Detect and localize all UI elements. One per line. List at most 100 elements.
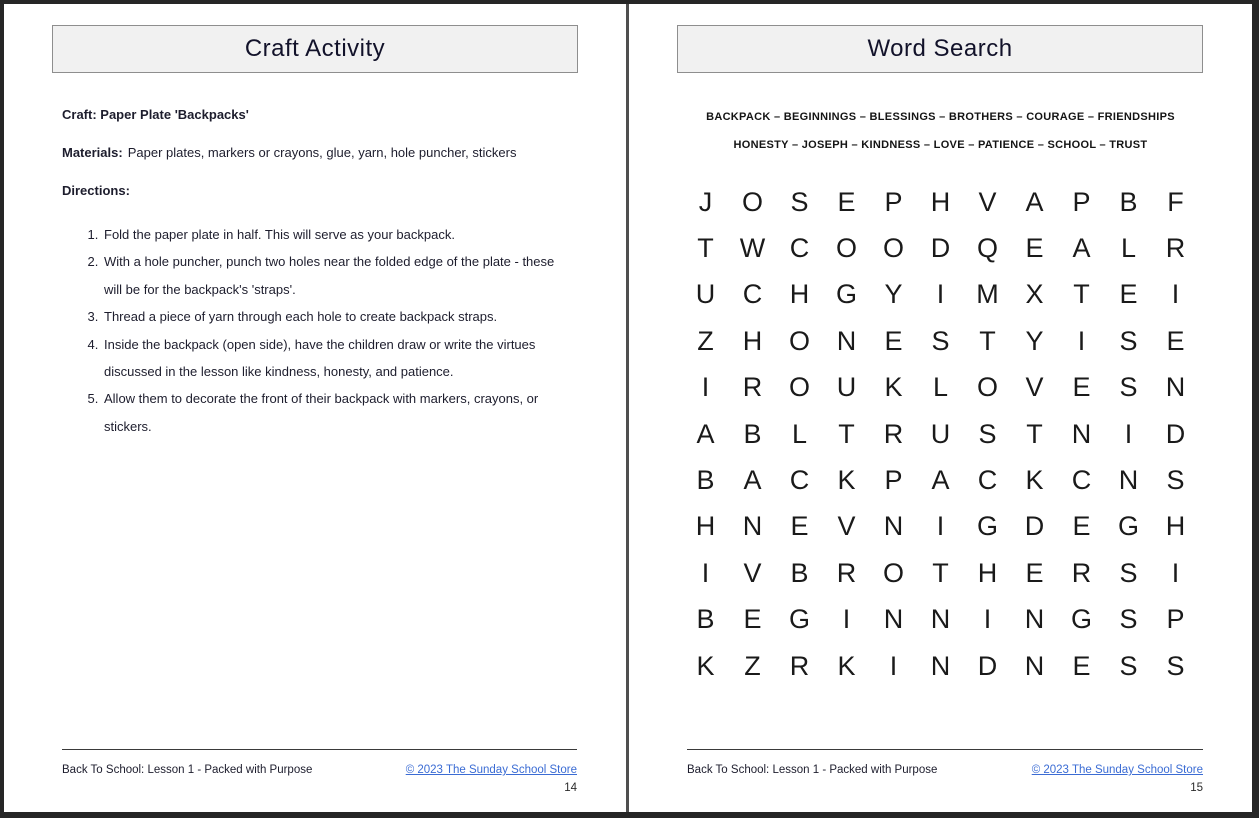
grid-letter: C	[776, 225, 823, 271]
word-list: BACKPACK – BEGINNINGS – BLESSINGS – BROT…	[629, 103, 1252, 159]
grid-letter: S	[917, 318, 964, 364]
grid-letter: Z	[729, 643, 776, 689]
grid-letter: W	[729, 225, 776, 271]
grid-letter: I	[682, 550, 729, 596]
grid-letter: I	[870, 643, 917, 689]
grid-letter: N	[917, 597, 964, 643]
grid-letter: Q	[964, 225, 1011, 271]
grid-letter: H	[776, 272, 823, 318]
footer-lesson-title: Back To School: Lesson 1 - Packed with P…	[62, 764, 312, 776]
grid-letter: U	[823, 365, 870, 411]
materials-line: Materials:Paper plates, markers or crayo…	[62, 145, 577, 161]
grid-letter: S	[776, 179, 823, 225]
grid-letter: E	[1011, 225, 1058, 271]
grid-letter: I	[917, 272, 964, 318]
grid-letter: B	[682, 457, 729, 503]
grid-letter: R	[823, 550, 870, 596]
grid-letter: G	[964, 504, 1011, 550]
grid-letter: E	[1058, 643, 1105, 689]
grid-letter: T	[682, 225, 729, 271]
grid-letter: E	[729, 597, 776, 643]
grid-letter: N	[870, 504, 917, 550]
page-craft-activity: Craft Activity Craft: Paper Plate 'Backp…	[4, 4, 629, 812]
grid-letter: F	[1152, 179, 1199, 225]
grid-letter: G	[776, 597, 823, 643]
materials-value: Paper plates, markers or crayons, glue, …	[128, 145, 517, 160]
grid-letter: E	[1011, 550, 1058, 596]
copyright-link[interactable]: © 2023 The Sunday School Store	[1032, 764, 1203, 776]
direction-step: Allow them to decorate the front of thei…	[102, 385, 577, 440]
direction-step: Thread a piece of yarn through each hole…	[102, 303, 577, 330]
grid-letter: H	[964, 550, 1011, 596]
grid-letter: C	[1058, 457, 1105, 503]
grid-letter: K	[682, 643, 729, 689]
craft-page-title: Craft Activity	[245, 35, 385, 63]
craft-line: Craft: Paper Plate 'Backpacks'	[62, 107, 577, 123]
grid-letter: S	[1152, 643, 1199, 689]
grid-letter: N	[917, 643, 964, 689]
grid-letter: E	[776, 504, 823, 550]
grid-letter: H	[1152, 504, 1199, 550]
grid-letter: U	[682, 272, 729, 318]
grid-letter: S	[1105, 365, 1152, 411]
grid-letter: V	[729, 550, 776, 596]
grid-letter: H	[682, 504, 729, 550]
grid-letter: D	[1152, 411, 1199, 457]
page-number: 14	[62, 782, 577, 794]
grid-letter: T	[1058, 272, 1105, 318]
grid-letter: I	[964, 597, 1011, 643]
grid-letter: O	[776, 365, 823, 411]
grid-letter: O	[870, 550, 917, 596]
grid-letter: A	[1058, 225, 1105, 271]
grid-letter: H	[917, 179, 964, 225]
page-word-search: Word Search BACKPACK – BEGINNINGS – BLES…	[629, 4, 1252, 812]
grid-letter: B	[1105, 179, 1152, 225]
word-search-grid: JOSEPHVAPBFTWCOODQEALRUCHGYIMXTEIZHONEST…	[682, 179, 1199, 689]
grid-letter: G	[1105, 504, 1152, 550]
word-search-title-box: Word Search	[677, 25, 1203, 73]
grid-letter: N	[1011, 643, 1058, 689]
grid-letter: L	[776, 411, 823, 457]
grid-letter: A	[682, 411, 729, 457]
grid-letter: N	[1152, 365, 1199, 411]
grid-letter: B	[682, 597, 729, 643]
grid-letter: N	[823, 318, 870, 364]
footer-lesson-title: Back To School: Lesson 1 - Packed with P…	[687, 764, 937, 776]
grid-letter: P	[1152, 597, 1199, 643]
grid-letter: I	[1105, 411, 1152, 457]
grid-letter: R	[729, 365, 776, 411]
grid-letter: I	[1152, 272, 1199, 318]
grid-letter: O	[729, 179, 776, 225]
grid-letter: O	[964, 365, 1011, 411]
directions-label: Directions:	[62, 183, 577, 199]
grid-letter: T	[1011, 411, 1058, 457]
grid-letter: E	[823, 179, 870, 225]
grid-letter: D	[1011, 504, 1058, 550]
grid-letter: T	[823, 411, 870, 457]
direction-step: With a hole puncher, punch two holes nea…	[102, 248, 577, 303]
grid-letter: S	[1105, 550, 1152, 596]
craft-title-box: Craft Activity	[52, 25, 578, 73]
footer-divider	[687, 749, 1203, 750]
grid-letter: I	[1058, 318, 1105, 364]
grid-letter: K	[1011, 457, 1058, 503]
grid-letter: P	[870, 457, 917, 503]
grid-letter: S	[1105, 643, 1152, 689]
grid-letter: O	[823, 225, 870, 271]
footer-divider	[62, 749, 577, 750]
grid-letter: N	[1105, 457, 1152, 503]
page-number: 15	[687, 782, 1203, 794]
grid-letter: C	[964, 457, 1011, 503]
grid-letter: K	[823, 457, 870, 503]
grid-letter: S	[964, 411, 1011, 457]
grid-letter: E	[1058, 504, 1105, 550]
grid-letter: B	[729, 411, 776, 457]
craft-footer: Back To School: Lesson 1 - Packed with P…	[62, 749, 577, 794]
grid-letter: J	[682, 179, 729, 225]
grid-letter: C	[776, 457, 823, 503]
grid-letter: A	[729, 457, 776, 503]
copyright-link[interactable]: © 2023 The Sunday School Store	[406, 764, 577, 776]
grid-letter: T	[964, 318, 1011, 364]
grid-letter: Z	[682, 318, 729, 364]
grid-letter: E	[870, 318, 917, 364]
